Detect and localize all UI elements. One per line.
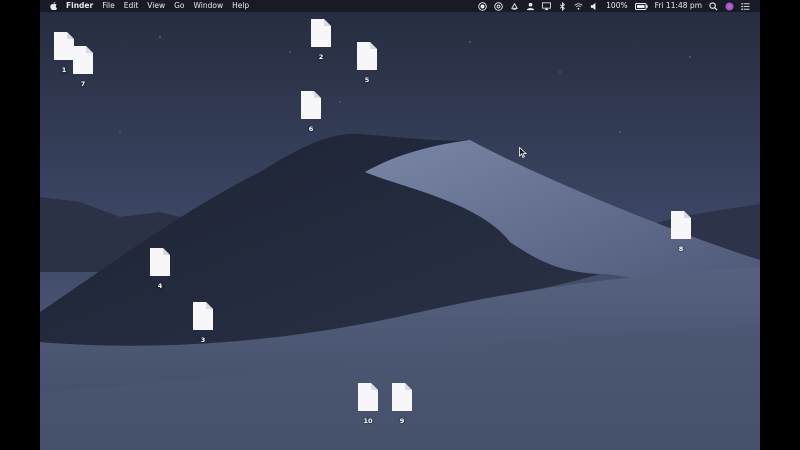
file-label: 3: [200, 336, 206, 344]
desktop-file-7[interactable]: 7: [63, 46, 103, 92]
file-label: 7: [80, 80, 86, 88]
file-label: 6: [308, 125, 314, 133]
file-label: 5: [364, 76, 370, 84]
document-icon: [358, 383, 378, 411]
at-sign-icon[interactable]: [494, 1, 503, 11]
desktop-file-9[interactable]: 9: [382, 383, 422, 429]
desktop-file-8[interactable]: 8: [661, 211, 701, 257]
menu-bar: Finder File Edit View Go Window Help 100…: [40, 0, 760, 12]
bluetooth-icon[interactable]: [558, 1, 567, 11]
spotlight-search-icon[interactable]: [709, 1, 718, 11]
battery-icon[interactable]: [634, 2, 648, 11]
menu-view[interactable]: View: [147, 0, 165, 12]
file-label: 9: [399, 417, 405, 425]
airplay-icon[interactable]: [542, 1, 552, 11]
user-share-icon[interactable]: [526, 2, 535, 11]
document-icon: [671, 211, 691, 239]
desktop-file-3[interactable]: 3: [183, 302, 223, 348]
document-icon: [311, 19, 331, 47]
document-icon: [73, 46, 93, 74]
battery-percent[interactable]: 100%: [606, 0, 627, 12]
cloud-app-icon[interactable]: [510, 2, 519, 11]
desktop-file-4[interactable]: 4: [140, 248, 180, 294]
document-icon: [301, 91, 321, 119]
record-icon[interactable]: [478, 1, 487, 11]
desktop-file-2[interactable]: 2: [301, 19, 341, 65]
file-label: 8: [678, 245, 684, 253]
menu-file[interactable]: File: [102, 0, 115, 12]
mouse-cursor-icon: [519, 147, 527, 158]
file-label: 2: [318, 53, 324, 61]
menu-clock[interactable]: Fri 11:48 pm: [655, 0, 702, 12]
document-icon: [357, 42, 377, 70]
menu-edit[interactable]: Edit: [124, 0, 139, 12]
volume-icon[interactable]: [590, 2, 599, 11]
menu-app-name[interactable]: Finder: [66, 0, 93, 12]
document-icon: [193, 302, 213, 330]
desktop-screen: Finder File Edit View Go Window Help 100…: [40, 0, 760, 450]
document-icon: [392, 383, 412, 411]
desktop-file-5[interactable]: 5: [347, 42, 387, 88]
file-label: 4: [157, 282, 163, 290]
document-icon: [150, 248, 170, 276]
menu-go[interactable]: Go: [174, 0, 184, 12]
apple-logo-icon[interactable]: [50, 2, 57, 10]
notification-center-icon[interactable]: [741, 2, 750, 11]
menu-help[interactable]: Help: [232, 0, 249, 12]
menu-window[interactable]: Window: [194, 0, 224, 12]
wifi-icon[interactable]: [574, 2, 583, 11]
siri-icon[interactable]: [725, 1, 734, 11]
desktop-file-6[interactable]: 6: [291, 91, 331, 137]
